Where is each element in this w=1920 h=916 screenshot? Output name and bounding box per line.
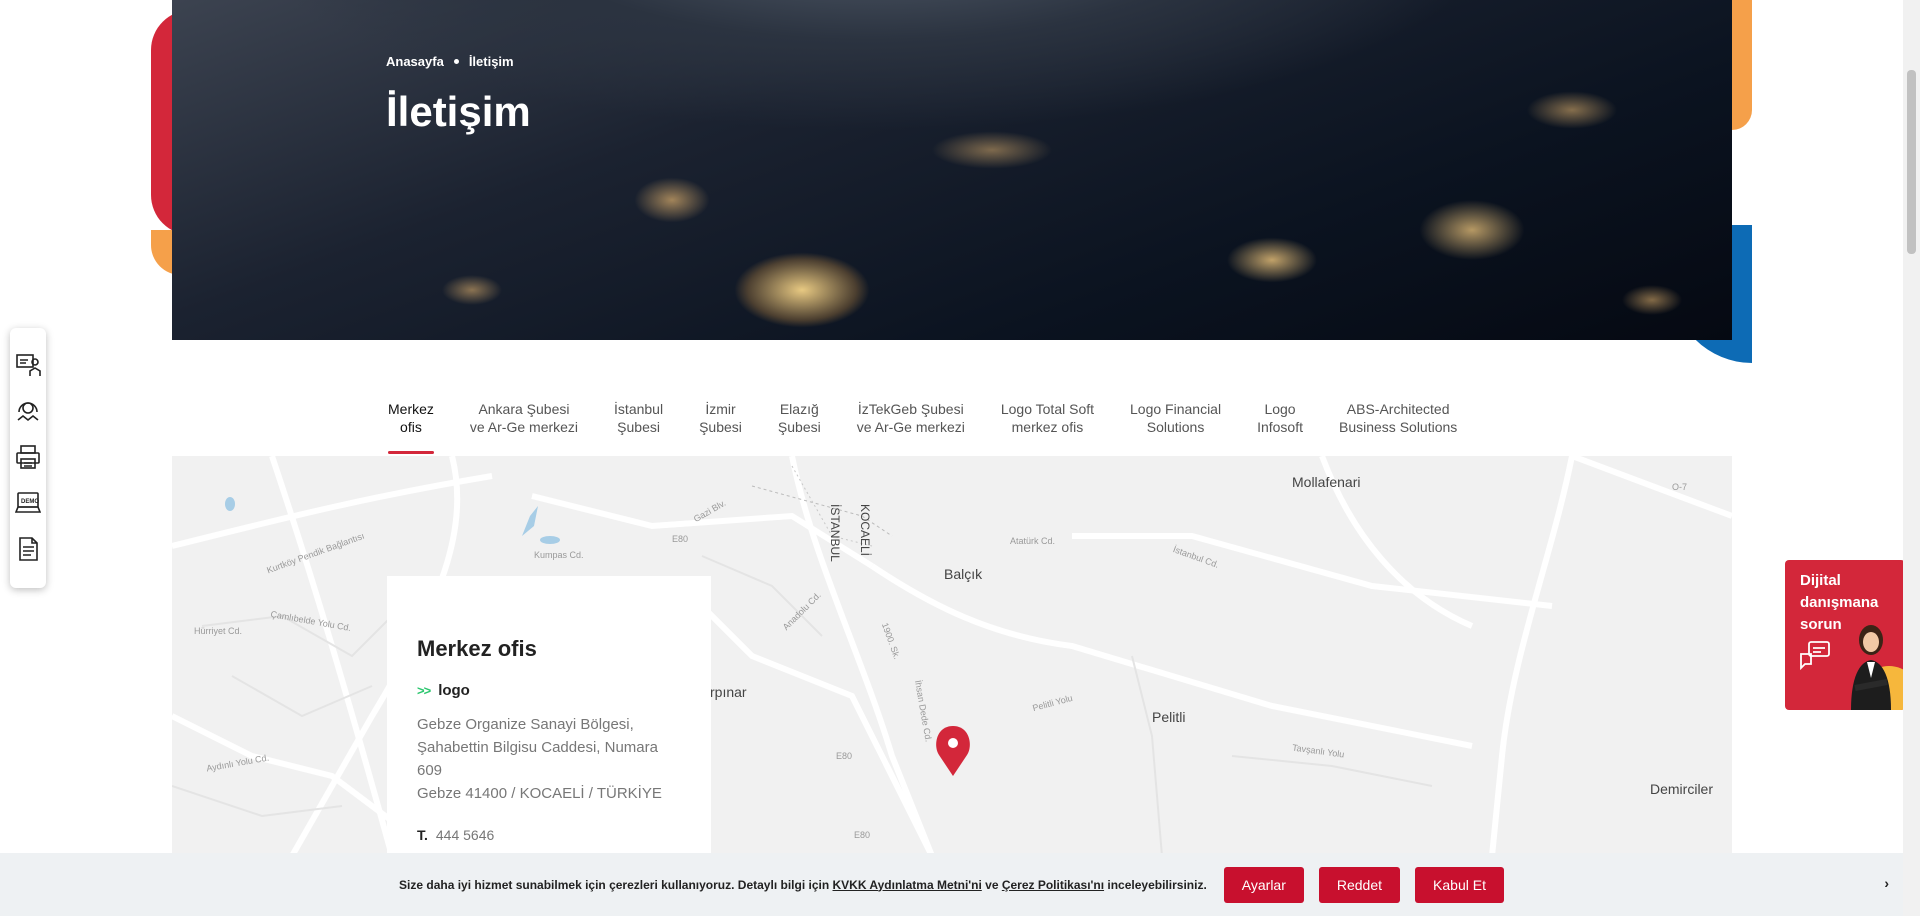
map-label-kocaeli: KOCAELİ — [858, 504, 872, 557]
training-icon[interactable] — [14, 350, 42, 380]
map-label-pelitli: Pelitli — [1152, 709, 1186, 725]
tab-office-6[interactable]: Logo Total Soft merkez ofis — [983, 392, 1112, 454]
tab-office-8[interactable]: Logo Infosoft — [1239, 392, 1321, 454]
office-phone[interactable]: 444 5646 — [436, 827, 494, 843]
office-brand-name: logo — [438, 682, 470, 699]
chat-bubble-icon — [1800, 641, 1830, 670]
kvkk-link[interactable]: KVKK Aydınlatma Metni'ni — [833, 878, 982, 892]
map-label-mollafenari: Mollafenari — [1292, 474, 1361, 490]
svg-text:DEMO: DEMO — [21, 499, 39, 505]
breadcrumb-current: İletişim — [468, 54, 514, 69]
page-title: İletişim — [386, 88, 531, 135]
page-scrollbar[interactable] — [1903, 0, 1920, 916]
tab-office-5[interactable]: İzTekGeb Şubesi ve Ar-Ge merkezi — [839, 392, 983, 454]
map-road-ataturk: Atatürk Cd. — [1010, 536, 1056, 546]
hero-banner: Anasayfa İletişim İletişim — [172, 0, 1732, 340]
office-tabs: Merkez ofis Ankara Şubesi ve Ar-Ge merkez… — [370, 392, 1475, 454]
tab-office-2[interactable]: İstanbul Şubesi — [596, 392, 681, 454]
map-label-arpinar: rpınar — [710, 684, 747, 700]
breadcrumb-separator — [453, 59, 459, 64]
decor-orange-shape-right — [1730, 0, 1752, 130]
breadcrumb: Anasayfa İletişim — [386, 54, 514, 69]
map-road-e80-1: E80 — [672, 534, 689, 544]
scrollbar-thumb[interactable] — [1907, 70, 1916, 254]
cookie-text-after: inceleyebilirsiniz. — [1104, 877, 1207, 892]
map-label-istanbul: İSTANBUL — [828, 504, 842, 562]
tab-office-9[interactable]: ABS-Architected Business Solutions — [1321, 392, 1475, 454]
breadcrumb-home[interactable]: Anasayfa — [386, 54, 444, 69]
digital-advisor-button[interactable]: Dijital danışmana sorun — [1785, 560, 1905, 710]
cookie-text: Size daha iyi hizmet sunabilmek için çer… — [399, 878, 1207, 892]
demo-icon[interactable]: DEMO — [14, 488, 42, 518]
tab-office-0[interactable]: Merkez ofis — [370, 392, 452, 454]
office-info-card: Merkez ofis >> logo Gebze Organize Sanay… — [387, 576, 711, 876]
cookie-consent-bar: Size daha iyi hizmet sunabilmek için çer… — [0, 853, 1903, 916]
phone-label: T. — [417, 827, 428, 843]
advisor-avatar — [1851, 625, 1905, 710]
print-icon[interactable] — [14, 442, 42, 472]
map-road-e80-2: E80 — [836, 751, 853, 761]
cookie-text-before: Size daha iyi hizmet sunabilmek için çer… — [399, 877, 833, 892]
tab-office-3[interactable]: İzmir Şubesi — [681, 392, 760, 454]
map-label-balcik: Balçık — [944, 566, 983, 582]
support-icon[interactable] — [14, 396, 42, 426]
cookie-accept-button[interactable]: Kabul Et — [1415, 866, 1504, 903]
tab-office-7[interactable]: Logo Financial Solutions — [1112, 392, 1239, 454]
map-road-hurriyet: Hürriyet Cd. — [194, 626, 243, 636]
cookie-policy-link[interactable]: Çerez Politikası'nı — [1002, 878, 1104, 892]
map-road-kumpas: Kumpas Cd. — [534, 550, 584, 560]
document-icon[interactable] — [14, 534, 42, 564]
office-brand: >> logo — [417, 682, 681, 699]
side-toolbar: DEMO — [10, 328, 46, 588]
map-marker-icon — [936, 726, 970, 776]
close-chevron-icon[interactable]: › — [1884, 875, 1889, 891]
map-road-o7: O-7 — [1672, 482, 1688, 492]
cookie-settings-button[interactable]: Ayarlar — [1223, 866, 1304, 903]
arrow-icon: >> — [417, 683, 431, 698]
map-label-demirciler: Demirciler — [1650, 781, 1713, 797]
tab-office-4[interactable]: Elazığ Şubesi — [760, 392, 839, 454]
office-title: Merkez ofis — [417, 636, 537, 661]
office-phone-line: T. 444 5646 — [417, 827, 681, 843]
cookie-text-mid: ve — [981, 877, 1002, 892]
tab-office-1[interactable]: Ankara Şubesi ve Ar-Ge merkezi — [452, 392, 596, 454]
map-road-e80-3: E80 — [854, 830, 871, 840]
office-address: Gebze Organize Sanayi Bölgesi, Şahabetti… — [417, 716, 662, 802]
cookie-reject-button[interactable]: Reddet — [1318, 866, 1401, 903]
